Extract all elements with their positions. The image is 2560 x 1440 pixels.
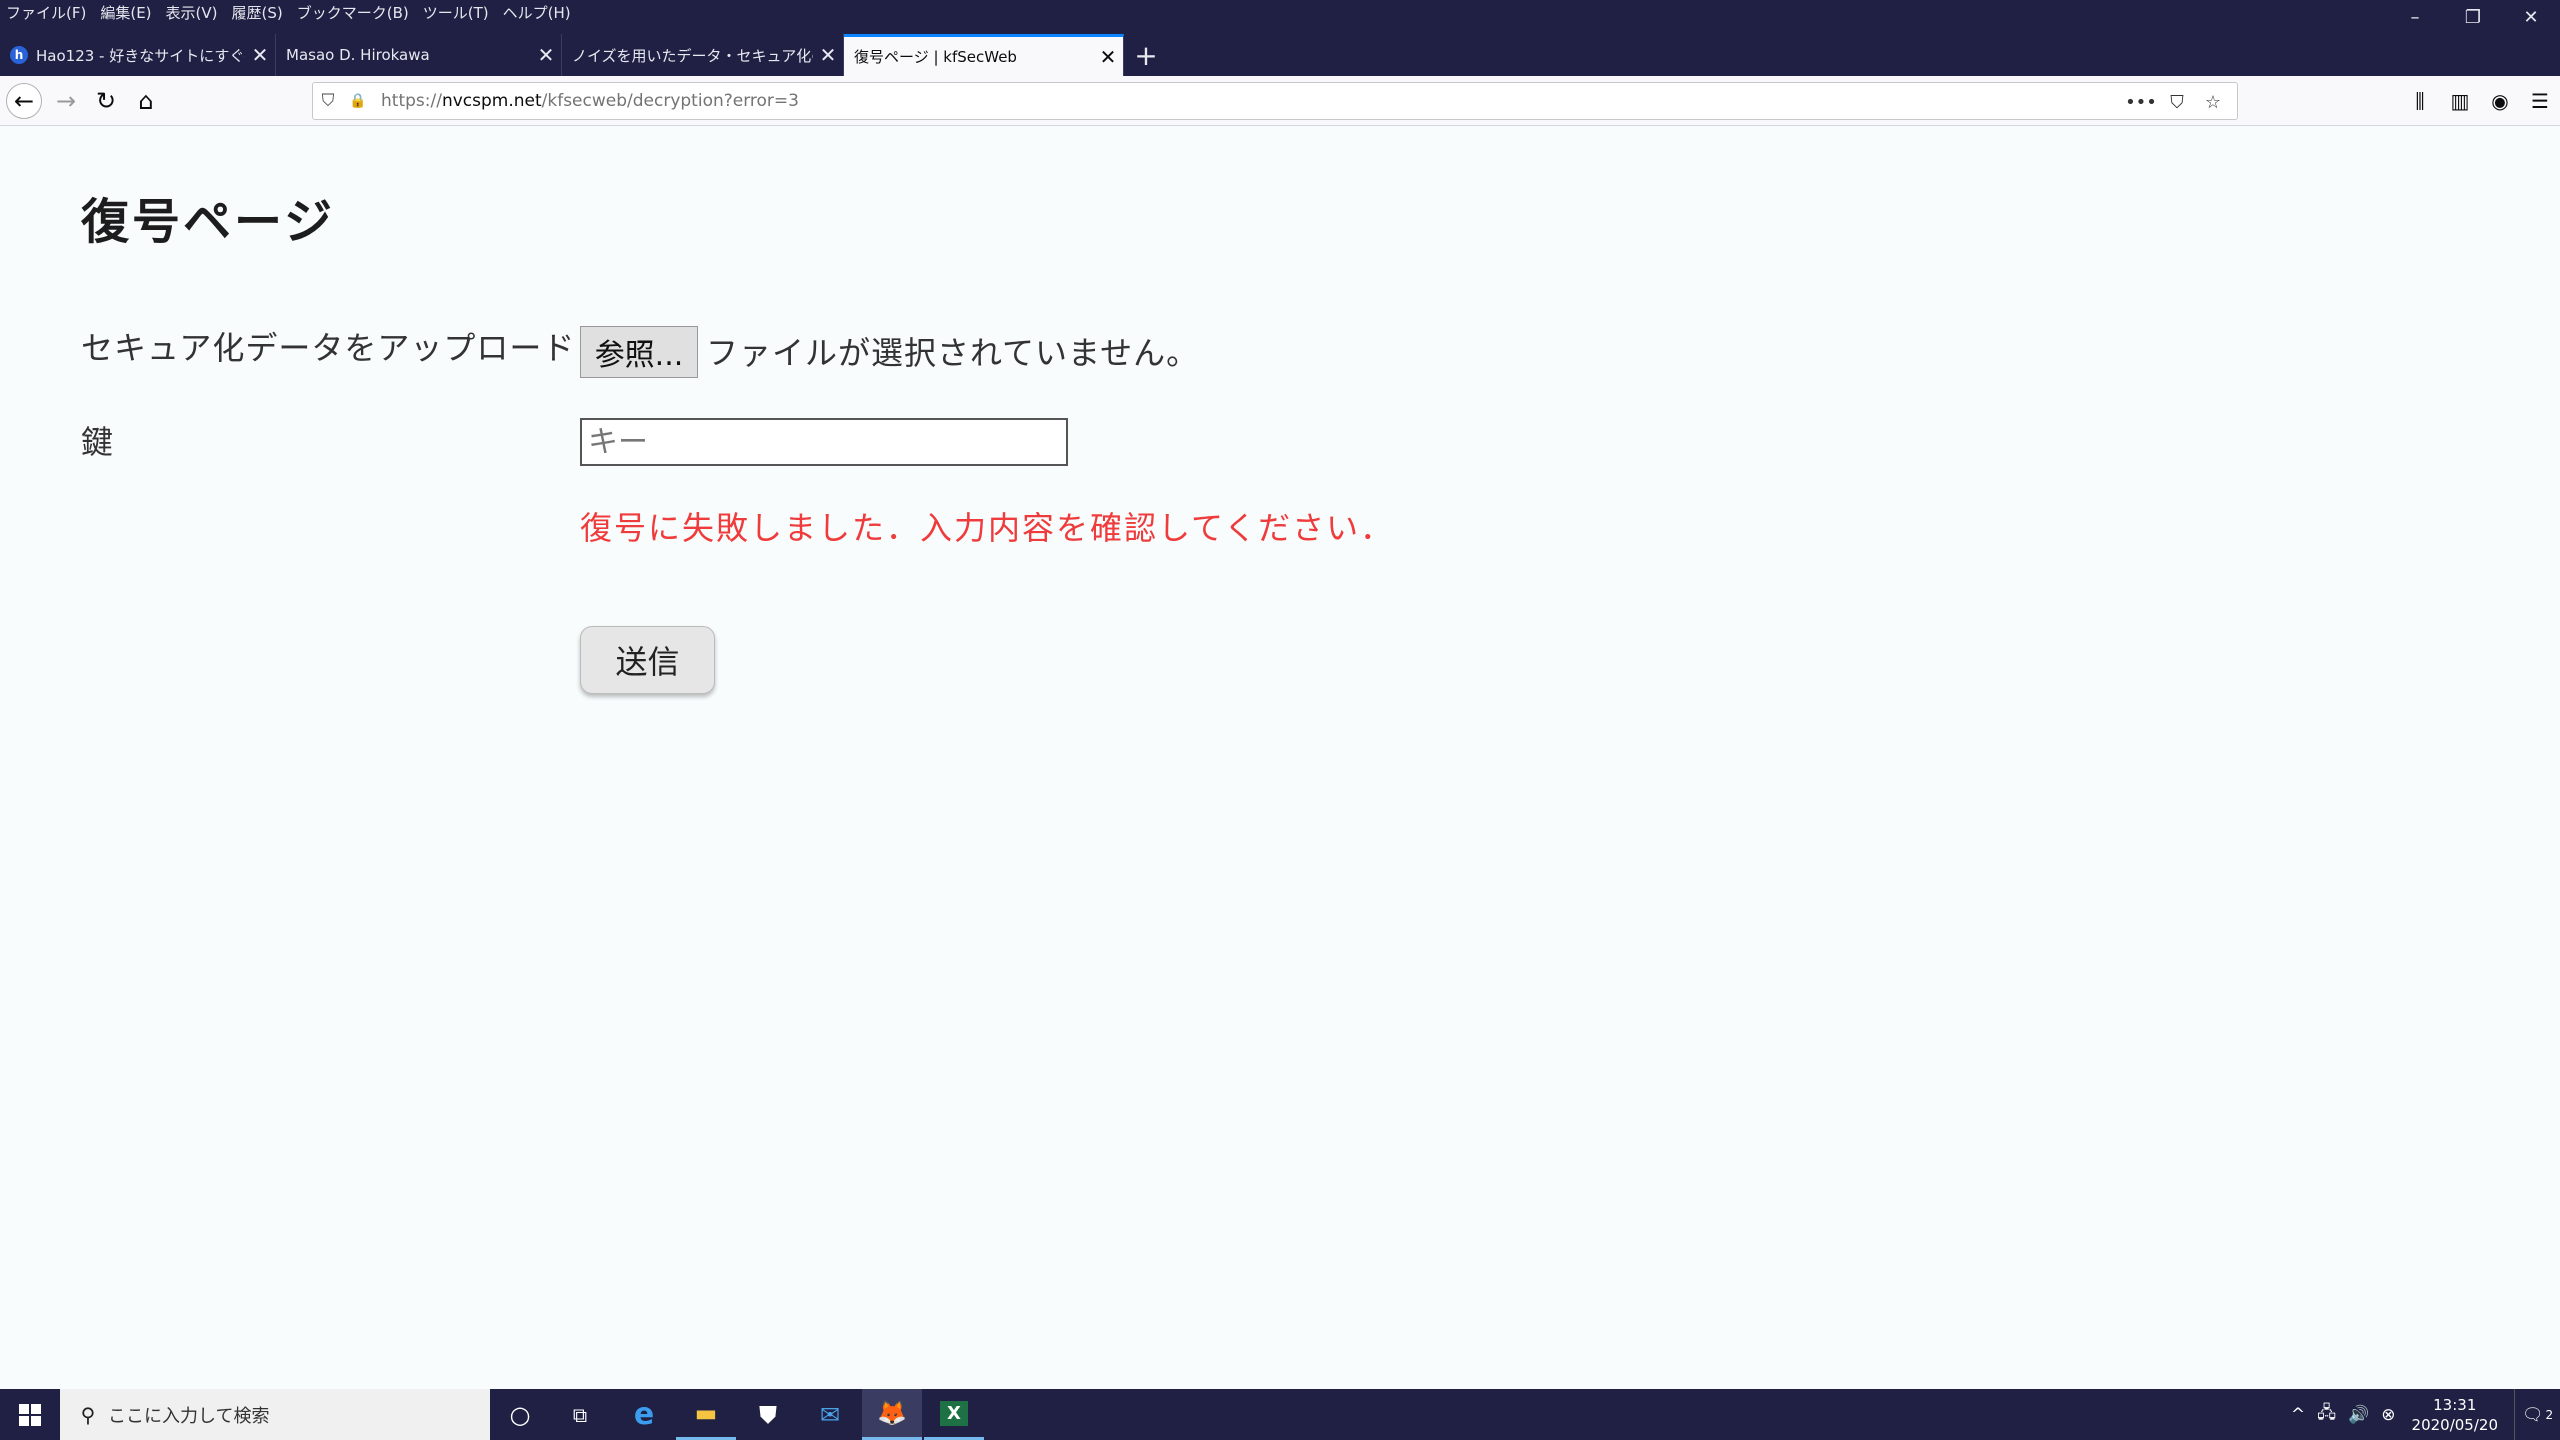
bookmark-star-icon[interactable]: ☆: [2195, 92, 2231, 113]
pocket-icon[interactable]: ⛉: [2159, 92, 2195, 113]
tab-masao[interactable]: Masao D. Hirokawa ✕: [276, 34, 562, 76]
mail-icon[interactable]: ✉: [800, 1389, 860, 1440]
page-content: 復号ページ セキュア化データをアップロード 参照... ファイルが選択されていま…: [0, 127, 2560, 1389]
minimize-button[interactable]: –: [2386, 0, 2444, 34]
account-icon[interactable]: ◉: [2480, 83, 2520, 119]
url-path: /kfsecweb/decryption?error=3: [541, 91, 799, 111]
clock[interactable]: 13:31 2020/05/20: [2412, 1395, 2498, 1435]
hao123-favicon-icon: h: [10, 46, 28, 64]
excel-icon[interactable]: X: [924, 1389, 984, 1440]
reload-icon[interactable]: ↻: [88, 83, 124, 119]
browser-titlebar: ファイル(F) 編集(E) 表示(V) 履歴(S) ブックマーク(B) ツール(…: [0, 0, 2560, 76]
tab-title: 復号ページ | kfSecWeb: [854, 48, 1017, 66]
tab-close-icon[interactable]: ✕: [813, 43, 843, 67]
file-explorer-icon[interactable]: ▬: [676, 1389, 736, 1440]
tab-close-icon[interactable]: ✕: [245, 43, 275, 67]
key-label: 鍵: [81, 423, 115, 461]
sidebar-icon[interactable]: ▥: [2440, 83, 2480, 119]
back-icon[interactable]: ←: [6, 83, 42, 119]
tab-title: ノイズを用いたデータ・セキュア化のデモ・ペ: [572, 46, 813, 65]
windows-taskbar: ⚲ ここに入力して検索 ○ ⧉ e ▬ ⛊ ✉ 🦊 X ^ 🖧 🔊 ⊗ 13:3…: [0, 1389, 2560, 1440]
submit-button[interactable]: 送信: [580, 626, 715, 694]
library-icon[interactable]: ⫼: [2400, 83, 2440, 119]
upload-label: セキュア化データをアップロード: [81, 329, 576, 367]
menu-bookmarks[interactable]: ブックマーク(B): [297, 2, 409, 23]
taskbar-search[interactable]: ⚲ ここに入力して検索: [60, 1389, 490, 1440]
url-actions: ••• ⛉ ☆: [2123, 83, 2231, 121]
store-icon[interactable]: ⛊: [738, 1389, 798, 1440]
notification-center-icon[interactable]: 🗨 2: [2514, 1389, 2560, 1440]
tracking-shield-icon[interactable]: ⛉: [313, 82, 343, 120]
window-controls: – ❐ ✕: [2386, 0, 2560, 34]
error-message: 復号に失敗しました．入力内容を確認してください．: [580, 509, 1395, 547]
page-title: 復号ページ: [81, 194, 336, 250]
nav-toolbar: ← → ↻ ⌂ ⛉ 🔒 https://nvcspm.net/kfsecweb/…: [0, 76, 2560, 126]
menu-file[interactable]: ファイル(F): [6, 2, 86, 23]
url-prefix: https://: [381, 91, 442, 111]
network-icon[interactable]: 🖧: [2317, 1400, 2336, 1429]
edge-icon[interactable]: e: [614, 1389, 674, 1440]
lock-icon[interactable]: 🔒: [343, 82, 373, 120]
notification-count: 2: [2545, 1407, 2554, 1422]
tray-chevron-icon[interactable]: ^: [2291, 1405, 2305, 1425]
volume-icon[interactable]: 🔊: [2348, 1405, 2369, 1425]
excel-glyph: X: [940, 1400, 968, 1426]
toolbar-right: ⫼ ▥ ◉ ☰: [2400, 83, 2560, 119]
url-bar[interactable]: ⛉ 🔒 https://nvcspm.net/kfsecweb/decrypti…: [312, 82, 2238, 120]
url-text[interactable]: https://nvcspm.net/kfsecweb/decryption?e…: [381, 91, 799, 111]
clock-time: 13:31: [2433, 1395, 2477, 1414]
windows-logo-icon: [19, 1403, 41, 1426]
menu-bar: ファイル(F) 編集(E) 表示(V) 履歴(S) ブックマーク(B) ツール(…: [0, 0, 585, 24]
menu-edit[interactable]: 編集(E): [100, 2, 151, 23]
tab-noise-demo[interactable]: ノイズを用いたデータ・セキュア化のデモ・ペ ✕: [562, 34, 844, 76]
browse-file-button[interactable]: 参照...: [580, 326, 698, 378]
url-host: nvcspm.net: [441, 91, 542, 111]
forward-icon[interactable]: →: [48, 83, 84, 119]
firefox-icon[interactable]: 🦊: [862, 1389, 922, 1440]
task-view-icon[interactable]: ⧉: [550, 1389, 610, 1440]
restore-button[interactable]: ❐: [2444, 0, 2502, 34]
cortana-icon[interactable]: ○: [490, 1389, 550, 1440]
search-placeholder: ここに入力して検索: [108, 1405, 270, 1427]
close-window-button[interactable]: ✕: [2502, 0, 2560, 34]
menu-history[interactable]: 履歴(S): [232, 2, 283, 23]
menu-tools[interactable]: ツール(T): [423, 2, 489, 23]
tab-title: Hao123 - 好きなサイトにすぐ行ける: [36, 46, 245, 65]
start-button[interactable]: [0, 1389, 60, 1440]
page-actions-icon[interactable]: •••: [2123, 92, 2159, 113]
notification-glyph: 🗨: [2521, 1404, 2544, 1425]
clock-date: 2020/05/20: [2411, 1415, 2498, 1434]
key-input[interactable]: [580, 418, 1068, 466]
tab-decryption-page[interactable]: 復号ページ | kfSecWeb ✕: [844, 34, 1124, 76]
tab-title: Masao D. Hirokawa: [286, 46, 430, 64]
status-icon[interactable]: ⊗: [2381, 1405, 2395, 1425]
new-tab-icon[interactable]: +: [1124, 34, 1168, 76]
home-icon[interactable]: ⌂: [128, 83, 164, 119]
tab-close-icon[interactable]: ✕: [1093, 45, 1123, 69]
tab-hao123[interactable]: h Hao123 - 好きなサイトにすぐ行ける ✕: [0, 34, 276, 76]
hamburger-menu-icon[interactable]: ☰: [2520, 83, 2560, 119]
tab-strip: h Hao123 - 好きなサイトにすぐ行ける ✕ Masao D. Hirok…: [0, 34, 1168, 76]
search-icon: ⚲: [80, 1402, 96, 1427]
menu-view[interactable]: 表示(V): [166, 2, 218, 23]
file-status-text: ファイルが選択されていません。: [706, 334, 1200, 372]
menu-help[interactable]: ヘルプ(H): [503, 2, 571, 23]
tab-close-icon[interactable]: ✕: [531, 43, 561, 67]
system-tray: ^ 🖧 🔊 ⊗ 13:31 2020/05/20 🗨 2: [2285, 1389, 2560, 1440]
